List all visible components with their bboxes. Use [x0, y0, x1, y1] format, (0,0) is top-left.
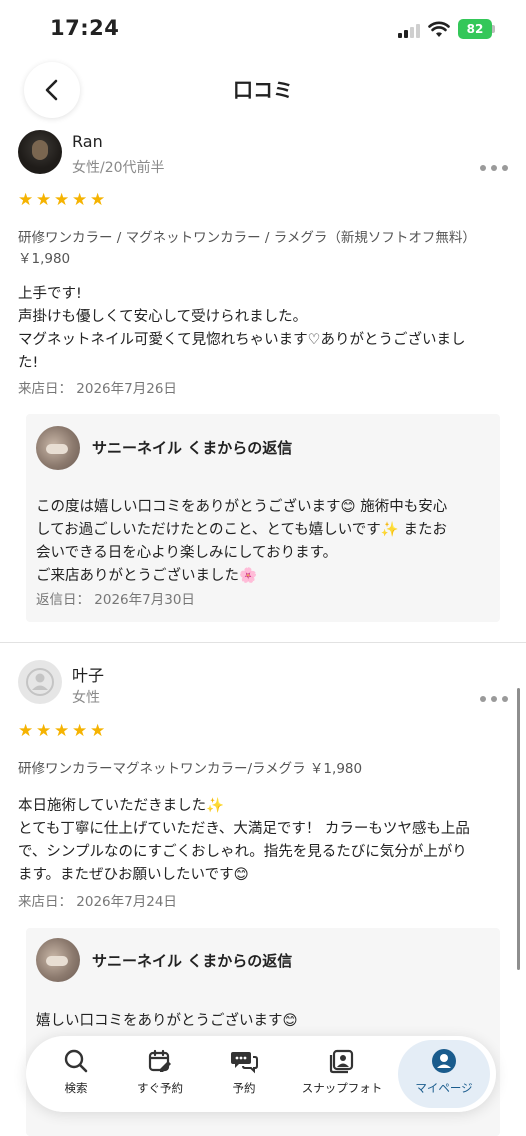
star-icon: ★	[18, 190, 34, 210]
status-bar: 17:24 82	[0, 0, 526, 60]
visit-date: 来店日： 2026年7月24日	[18, 894, 177, 910]
chat-bubbles-icon	[231, 1052, 258, 1074]
signal-icon	[398, 22, 422, 38]
star-rating: ★ ★ ★ ★ ★	[18, 721, 106, 741]
calendar-edit-icon	[148, 1049, 171, 1072]
menu-text: 研修ワンカラーマグネットワンカラー/ラメグラ ￥1,980	[18, 761, 363, 777]
review-divider	[0, 642, 526, 643]
search-icon	[64, 1049, 88, 1073]
visit-date: 来店日： 2026年7月26日	[18, 381, 177, 397]
nav-search[interactable]: 検索	[38, 1040, 114, 1108]
more-options-icon[interactable]	[480, 164, 508, 172]
nav-label: マイページ	[415, 1081, 473, 1095]
reply-title: サニーネイル くまからの返信	[92, 439, 293, 457]
header: 口コミ	[0, 60, 526, 120]
nav-label: スナップフォト	[301, 1081, 383, 1095]
nav-my-page[interactable]: マイページ	[398, 1040, 490, 1108]
reviewer-meta: 女性/20代前半	[72, 160, 165, 176]
star-icon: ★	[54, 190, 70, 210]
user-circle-icon	[432, 1049, 456, 1073]
star-icon: ★	[54, 721, 70, 741]
bottom-navigation: 検索 すぐ予約 予約 スナップフォト マイページ	[26, 1036, 496, 1112]
reviewer-name: Ran	[72, 132, 103, 151]
star-icon: ★	[90, 721, 106, 741]
shop-avatar	[36, 426, 80, 470]
reviewer-meta: 女性	[72, 690, 100, 706]
battery-tip	[492, 25, 495, 33]
star-rating: ★ ★ ★ ★ ★	[18, 190, 106, 210]
nav-label: すぐ予約	[137, 1081, 183, 1095]
star-icon: ★	[72, 721, 88, 741]
reviewer-name: 叶子	[72, 666, 105, 685]
review-text: 上手です! 声掛けも優しくて安心して受けられました。 マグネットネイル可愛くて見…	[18, 286, 466, 371]
star-icon: ★	[72, 190, 88, 210]
star-icon: ★	[36, 190, 52, 210]
star-icon: ★	[18, 721, 34, 741]
review-text: 本日施術していただきました✨ とても丁寧に仕上げていただき、大満足です！ カラー…	[18, 798, 470, 883]
shop-avatar	[36, 938, 80, 982]
scrollbar[interactable]	[517, 688, 520, 970]
reviewer-avatar	[18, 130, 62, 174]
reply-text: 嬉しい口コミをありがとうございます😊	[36, 1013, 298, 1029]
wifi-icon	[428, 21, 450, 37]
reply-text: この度は嬉しい口コミをありがとうございます😊 施術中も安心 してお過ごしいただけ…	[36, 499, 448, 584]
photo-album-icon	[329, 1049, 354, 1074]
nav-reservations[interactable]: 予約	[206, 1040, 282, 1108]
shop-reply: サニーネイル くまからの返信 この度は嬉しい口コミをありがとうございます😊 施術…	[26, 414, 500, 622]
reply-title: サニーネイル くまからの返信	[92, 952, 293, 970]
battery-indicator: 82	[458, 19, 492, 39]
user-silhouette-icon	[26, 668, 54, 696]
star-icon: ★	[90, 190, 106, 210]
nav-label: 検索	[64, 1081, 88, 1095]
star-icon: ★	[36, 721, 52, 741]
nav-snap-photo[interactable]: スナップフォト	[290, 1040, 394, 1108]
status-time: 17:24	[50, 16, 120, 40]
nav-quick-booking[interactable]: すぐ予約	[122, 1040, 198, 1108]
reply-date: 返信日： 2026年7月30日	[36, 592, 195, 608]
more-options-icon[interactable]	[480, 695, 508, 703]
reviewer-avatar	[18, 660, 62, 704]
page-title: 口コミ	[233, 78, 293, 102]
nav-label: 予約	[232, 1081, 256, 1095]
price-text: ￥1,980	[18, 251, 71, 267]
menu-text: 研修ワンカラー / マグネットワンカラー / ラメグラ（新規ソフトオフ無料）	[18, 230, 476, 246]
